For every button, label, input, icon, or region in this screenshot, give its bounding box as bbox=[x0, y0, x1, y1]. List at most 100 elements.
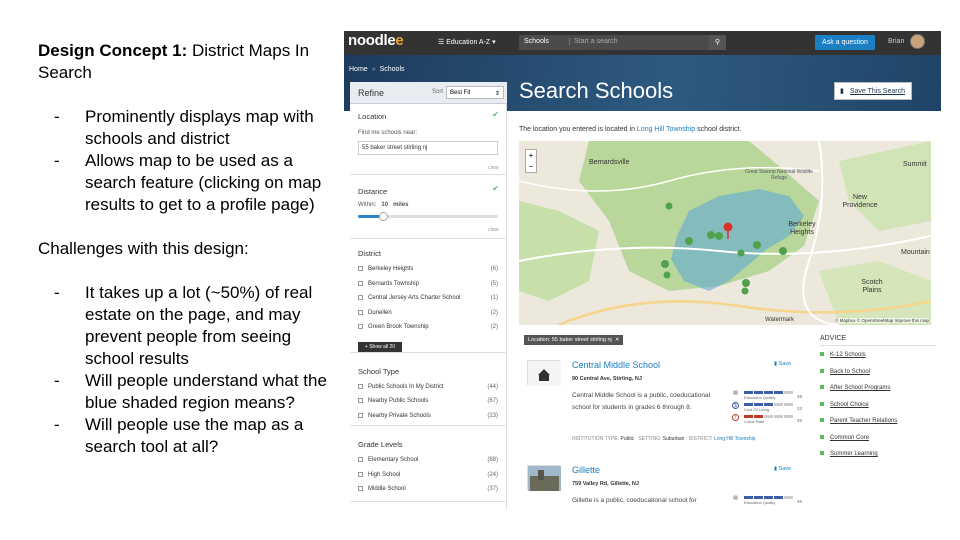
map-watermark: Watermark bbox=[765, 317, 795, 323]
district-option[interactable]: Berkeley Heights (6) bbox=[358, 266, 498, 274]
district-link[interactable]: Long Hill Township bbox=[637, 126, 695, 133]
school-description: Gillette is a public, coeducational scho… bbox=[572, 497, 697, 504]
zoom-control[interactable]: + − bbox=[525, 149, 537, 173]
rating-education: ▤ Education Quality 48 bbox=[733, 390, 802, 400]
save-search-button[interactable]: ▮ Save This Search bbox=[834, 82, 912, 100]
zoom-out-button[interactable]: − bbox=[526, 161, 536, 172]
advice-link[interactable]: Back to School bbox=[820, 369, 936, 386]
bookmark-icon: ▮ bbox=[840, 88, 844, 95]
school-thumbnail[interactable] bbox=[527, 465, 561, 491]
advice-link[interactable]: K-12 Schools bbox=[820, 352, 936, 369]
district-option[interactable]: Green Brook Township (2) bbox=[358, 324, 498, 332]
location-clear[interactable]: clear bbox=[488, 165, 499, 171]
advice-link[interactable]: After School Programs bbox=[820, 385, 936, 402]
district-option[interactable]: Dunellen (2) bbox=[358, 310, 498, 318]
grade-option[interactable]: Elementary School (88) bbox=[358, 457, 498, 465]
map-attribution[interactable]: © Mapbox © OpenStreetMap Improve this ma… bbox=[835, 318, 929, 323]
close-icon[interactable]: ✕ bbox=[615, 337, 620, 343]
map-label: Summit bbox=[903, 161, 927, 168]
advice-link[interactable]: School Choice bbox=[820, 402, 936, 419]
advice-link[interactable]: Summer Learning bbox=[820, 451, 936, 468]
challenge-item: Will people use the map as a search tool… bbox=[54, 414, 328, 458]
map-label: Berkeley Heights bbox=[788, 221, 816, 236]
school-type-option[interactable]: Public Schools In My District (44) bbox=[358, 384, 498, 392]
district-map[interactable]: + − Bernardsville Great Swamp National Wi… bbox=[519, 141, 931, 325]
distance-clear[interactable]: clear bbox=[488, 227, 499, 233]
grade-levels-section: Grade Levels Elementary School (88) High … bbox=[350, 426, 507, 502]
school-card: Gillette ▮ Save 759 Valley Rd, Gillette,… bbox=[524, 465, 804, 509]
top-nav: noodlee ☰ Education A-Z ▾ Schools Start … bbox=[344, 31, 941, 55]
map-label: Scotch Plains bbox=[861, 279, 883, 294]
breadcrumb: Home» Schools bbox=[349, 66, 405, 73]
distance-section: Distance ✔ Within: 10 miles clear bbox=[350, 175, 507, 239]
school-district-link[interactable]: Long Hill Township bbox=[714, 436, 756, 442]
check-icon: ✔ bbox=[492, 110, 499, 119]
location-hint: Find me schools near: bbox=[358, 130, 418, 136]
grade-levels-title: Grade Levels bbox=[358, 440, 403, 449]
logo[interactable]: noodlee bbox=[348, 32, 404, 49]
location-tag[interactable]: Location: 55 baker street stirling nj ✕ bbox=[524, 335, 624, 345]
map-label: Mountain bbox=[901, 249, 930, 256]
school-ratings: ▤ Education Quality 48 $ Cost Of Living 23 !… bbox=[732, 390, 802, 426]
app-screenshot: noodlee ☰ Education A-Z ▾ Schools Start … bbox=[344, 31, 941, 509]
challenges-heading: Challenges with this design: bbox=[38, 239, 249, 258]
sort-select[interactable]: Best Fit ⇕ bbox=[446, 86, 504, 99]
advice-link[interactable]: Common Core bbox=[820, 435, 936, 452]
search-input[interactable]: Start a search bbox=[569, 38, 618, 45]
distance-title: Distance bbox=[358, 187, 388, 196]
avatar[interactable] bbox=[910, 34, 925, 49]
location-input[interactable]: 55 baker street stirling nj bbox=[358, 141, 498, 155]
slider-handle[interactable] bbox=[379, 212, 389, 221]
save-school-button[interactable]: ▮ Save bbox=[774, 361, 791, 367]
district-note: The location you entered is located in L… bbox=[519, 126, 742, 133]
school-meta: INSTITUTION TYPE: Public SETTING: Suburb… bbox=[572, 436, 756, 442]
map-graphic bbox=[519, 141, 931, 325]
school-card: Central Middle School ▮ Save 90 Central … bbox=[524, 360, 804, 450]
advice-title: ADVICE bbox=[820, 335, 936, 346]
save-school-button[interactable]: ▮ Save bbox=[774, 466, 791, 472]
slide-text: Design Concept 1: District Maps In Searc… bbox=[38, 40, 328, 458]
zoom-in-button[interactable]: + bbox=[526, 150, 536, 161]
distance-within: Within: 10 miles bbox=[358, 202, 409, 208]
challenge-item: It takes up a lot (~50%) of real estate … bbox=[54, 282, 328, 370]
grade-option[interactable]: High School (24) bbox=[358, 472, 498, 480]
show-all-button[interactable]: + Show all 20 bbox=[358, 342, 402, 352]
user-name[interactable]: Brian bbox=[888, 38, 904, 45]
search-category-select[interactable]: Schools bbox=[524, 38, 549, 45]
education-menu[interactable]: ☰ Education A-Z ▾ bbox=[438, 38, 496, 46]
school-type-title: School Type bbox=[358, 367, 400, 376]
challenge-item: Will people understand what the blue sha… bbox=[54, 370, 328, 414]
slide-title-bold: Design Concept 1: bbox=[38, 41, 188, 60]
alert-icon: ! bbox=[732, 414, 739, 421]
feature-list: Prominently displays map with schools an… bbox=[38, 106, 328, 216]
page-title: Search Schools bbox=[519, 78, 674, 103]
school-name[interactable]: Central Middle School bbox=[572, 360, 660, 370]
school-name[interactable]: Gillette bbox=[572, 465, 600, 475]
refine-title: Refine bbox=[358, 88, 385, 98]
rating-cost: $ Cost Of Living 23 bbox=[732, 402, 802, 414]
breadcrumb-schools[interactable]: Schools bbox=[380, 66, 405, 73]
search-icon[interactable]: ⚲ bbox=[709, 35, 726, 50]
school-type-option[interactable]: Nearby Private Schools (23) bbox=[358, 413, 498, 421]
advice-panel: ADVICE K-12 Schools Back to School After… bbox=[820, 335, 936, 468]
district-option[interactable]: Bernards Township (5) bbox=[358, 281, 498, 289]
breadcrumb-home[interactable]: Home bbox=[349, 66, 368, 73]
district-option[interactable]: Central Jersey Arts Charter School (1) bbox=[358, 295, 498, 303]
dollar-icon: $ bbox=[732, 402, 739, 409]
school-address: 759 Valley Rd, Gillette, NJ bbox=[572, 481, 639, 487]
check-icon: ✔ bbox=[492, 184, 499, 193]
search-bar: Schools Start a search ⚲ bbox=[519, 35, 726, 50]
school-type-option[interactable]: Nearby Public Schools (67) bbox=[358, 398, 498, 406]
map-label: Great Swamp National Wildlife Refuge bbox=[745, 169, 813, 181]
school-thumbnail[interactable] bbox=[527, 360, 561, 386]
district-title: District bbox=[358, 249, 381, 258]
grade-option[interactable]: Middle School (37) bbox=[358, 486, 498, 494]
map-label: New Providence bbox=[842, 194, 878, 209]
feature-item: Allows map to be used as a search featur… bbox=[54, 150, 328, 216]
advice-link[interactable]: Parent Teacher Relations bbox=[820, 418, 936, 435]
school-address: 90 Central Ave, Stirling, NJ bbox=[572, 376, 642, 382]
refine-sidebar: Refine Sort Best Fit ⇕ Location ✔ Find me… bbox=[350, 82, 507, 509]
distance-slider[interactable] bbox=[358, 212, 498, 221]
ask-question-button[interactable]: Ask a question bbox=[815, 35, 875, 50]
refine-header: Refine Sort Best Fit ⇕ bbox=[350, 82, 507, 104]
